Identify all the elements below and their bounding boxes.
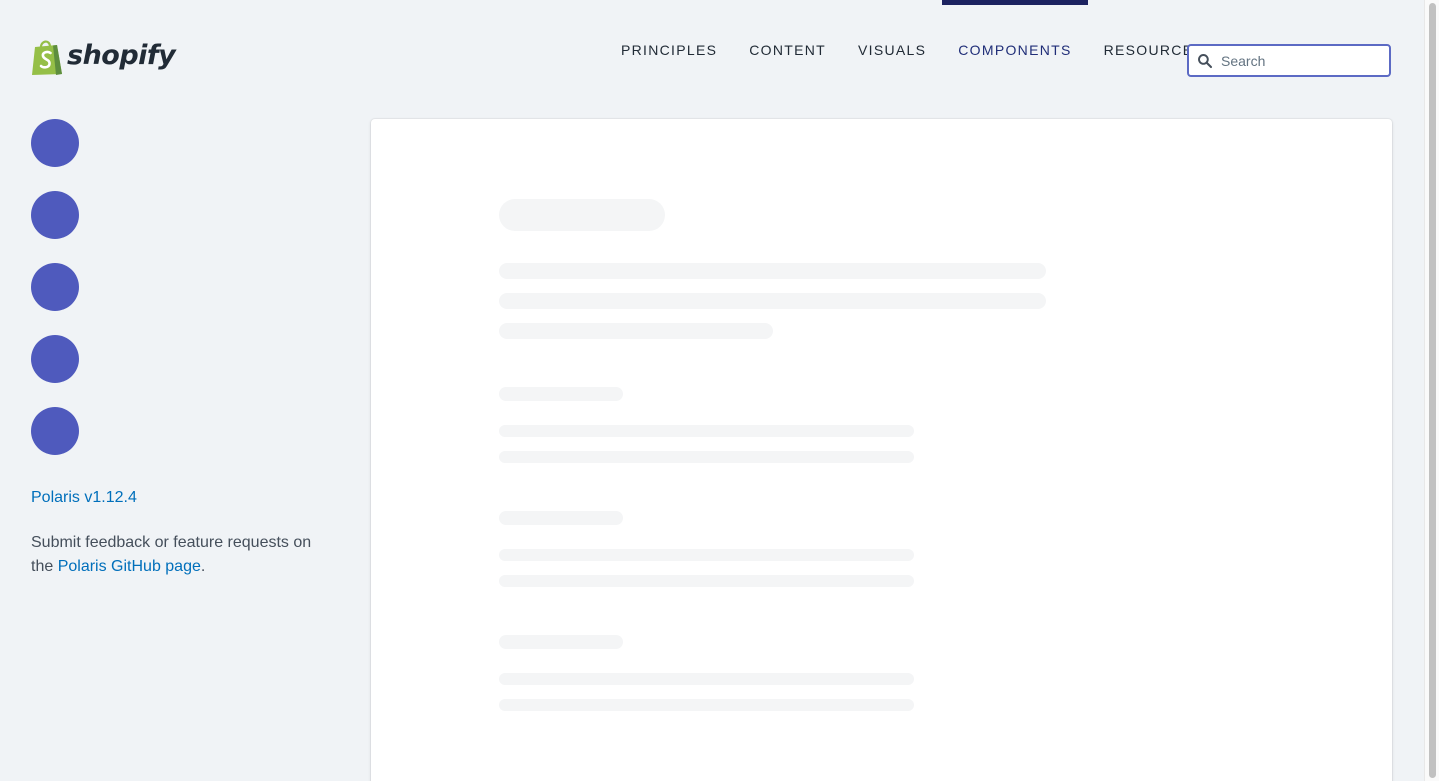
nav-item-visuals[interactable]: VISUALS: [842, 0, 942, 100]
sidebar: Polaris v1.12.4 Submit feedback or featu…: [31, 119, 321, 579]
search-box[interactable]: [1187, 44, 1391, 77]
version-link[interactable]: Polaris v1.12.4: [31, 489, 137, 507]
skeleton-line: [499, 673, 914, 685]
page-scrollbar[interactable]: [1424, 0, 1439, 781]
brand-name: shopify: [67, 40, 176, 71]
shopify-bag-icon: [32, 40, 62, 75]
skeleton-line: [499, 699, 914, 711]
sidebar-placeholder-dot: [31, 119, 79, 167]
top-nav: PRINCIPLES CONTENT VISUALS COMPONENTS RE…: [605, 0, 1220, 100]
skeleton-heading: [499, 635, 623, 649]
skeleton-line: [499, 425, 914, 437]
shopify-logo[interactable]: shopify: [31, 39, 176, 76]
nav-item-content[interactable]: CONTENT: [733, 0, 842, 100]
skeleton-line: [499, 451, 914, 463]
nav-item-components[interactable]: COMPONENTS: [942, 0, 1088, 100]
sidebar-placeholder-dot: [31, 263, 79, 311]
github-link[interactable]: Polaris GitHub page: [58, 558, 201, 575]
content-card: [371, 119, 1392, 781]
sidebar-placeholder-dot: [31, 335, 79, 383]
sidebar-placeholder-dot: [31, 191, 79, 239]
search-icon: [1197, 53, 1213, 69]
skeleton-line: [499, 549, 914, 561]
skeleton-heading: [499, 511, 623, 525]
skeleton-line: [499, 575, 914, 587]
skeleton-title: [499, 199, 665, 231]
feedback-suffix: .: [200, 558, 206, 575]
skeleton-line: [499, 293, 1046, 309]
nav-item-principles[interactable]: PRINCIPLES: [605, 0, 733, 100]
skeleton-line: [499, 263, 1046, 279]
sidebar-placeholder-dot: [31, 407, 79, 455]
search-input[interactable]: [1221, 52, 1381, 69]
skeleton-heading: [499, 387, 623, 401]
feedback-text: Submit feedback or feature requests on t…: [31, 531, 321, 579]
skeleton-line: [499, 323, 773, 339]
scrollbar-thumb[interactable]: [1429, 3, 1436, 778]
